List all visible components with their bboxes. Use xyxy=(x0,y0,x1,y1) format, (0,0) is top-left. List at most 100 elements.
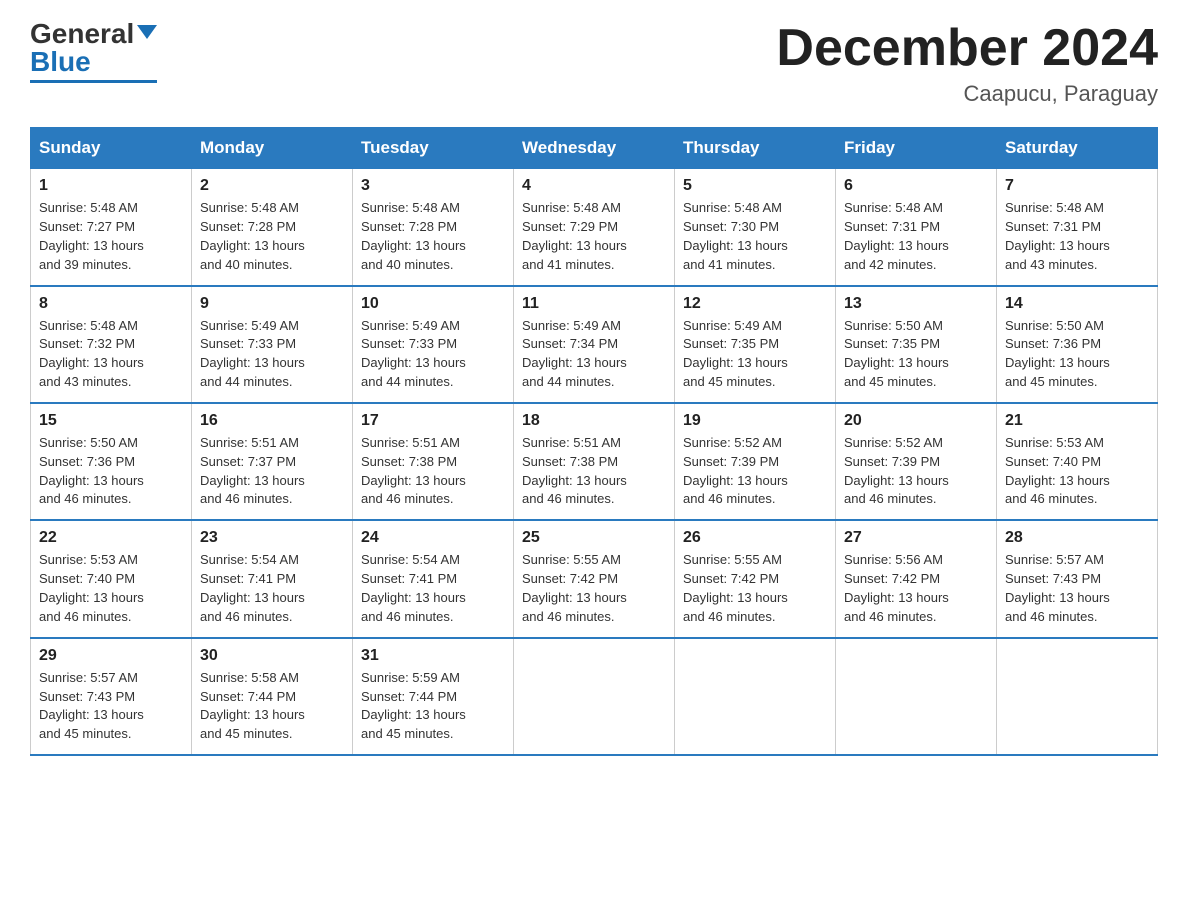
day-cell: 15 Sunrise: 5:50 AMSunset: 7:36 PMDayligh… xyxy=(31,403,192,520)
day-info: Sunrise: 5:48 AMSunset: 7:30 PMDaylight:… xyxy=(683,199,827,274)
day-info: Sunrise: 5:52 AMSunset: 7:39 PMDaylight:… xyxy=(844,434,988,509)
calendar-table: SundayMondayTuesdayWednesdayThursdayFrid… xyxy=(30,127,1158,756)
day-cell: 9 Sunrise: 5:49 AMSunset: 7:33 PMDaylight… xyxy=(192,286,353,403)
day-info: Sunrise: 5:59 AMSunset: 7:44 PMDaylight:… xyxy=(361,669,505,744)
day-cell: 7 Sunrise: 5:48 AMSunset: 7:31 PMDaylight… xyxy=(997,169,1158,286)
logo-underline xyxy=(30,80,157,83)
day-info: Sunrise: 5:57 AMSunset: 7:43 PMDaylight:… xyxy=(39,669,183,744)
day-cell: 22 Sunrise: 5:53 AMSunset: 7:40 PMDayligh… xyxy=(31,520,192,637)
header-cell-wednesday: Wednesday xyxy=(514,128,675,169)
day-cell: 16 Sunrise: 5:51 AMSunset: 7:37 PMDayligh… xyxy=(192,403,353,520)
month-title: December 2024 xyxy=(776,20,1158,77)
day-info: Sunrise: 5:49 AMSunset: 7:33 PMDaylight:… xyxy=(200,317,344,392)
day-number: 13 xyxy=(844,295,988,313)
title-block: December 2024 Caapucu, Paraguay xyxy=(776,20,1158,107)
day-info: Sunrise: 5:48 AMSunset: 7:31 PMDaylight:… xyxy=(1005,199,1149,274)
day-info: Sunrise: 5:51 AMSunset: 7:37 PMDaylight:… xyxy=(200,434,344,509)
day-cell: 28 Sunrise: 5:57 AMSunset: 7:43 PMDayligh… xyxy=(997,520,1158,637)
day-cell: 21 Sunrise: 5:53 AMSunset: 7:40 PMDayligh… xyxy=(997,403,1158,520)
day-info: Sunrise: 5:48 AMSunset: 7:31 PMDaylight:… xyxy=(844,199,988,274)
day-number: 21 xyxy=(1005,412,1149,430)
day-cell: 17 Sunrise: 5:51 AMSunset: 7:38 PMDayligh… xyxy=(353,403,514,520)
day-number: 11 xyxy=(522,295,666,313)
day-number: 5 xyxy=(683,177,827,195)
day-cell: 1 Sunrise: 5:48 AMSunset: 7:27 PMDaylight… xyxy=(31,169,192,286)
day-number: 9 xyxy=(200,295,344,313)
day-info: Sunrise: 5:51 AMSunset: 7:38 PMDaylight:… xyxy=(522,434,666,509)
day-info: Sunrise: 5:50 AMSunset: 7:36 PMDaylight:… xyxy=(1005,317,1149,392)
day-number: 2 xyxy=(200,177,344,195)
header-cell-saturday: Saturday xyxy=(997,128,1158,169)
day-cell: 4 Sunrise: 5:48 AMSunset: 7:29 PMDaylight… xyxy=(514,169,675,286)
day-cell xyxy=(514,638,675,755)
day-number: 1 xyxy=(39,177,183,195)
day-info: Sunrise: 5:49 AMSunset: 7:33 PMDaylight:… xyxy=(361,317,505,392)
day-number: 28 xyxy=(1005,529,1149,547)
day-info: Sunrise: 5:55 AMSunset: 7:42 PMDaylight:… xyxy=(683,551,827,626)
day-cell: 11Sunrise: 5:49 AMSunset: 7:34 PMDayligh… xyxy=(514,286,675,403)
day-info: Sunrise: 5:48 AMSunset: 7:28 PMDaylight:… xyxy=(200,199,344,274)
day-info: Sunrise: 5:52 AMSunset: 7:39 PMDaylight:… xyxy=(683,434,827,509)
location-text: Caapucu, Paraguay xyxy=(776,81,1158,107)
day-cell: 31Sunrise: 5:59 AMSunset: 7:44 PMDayligh… xyxy=(353,638,514,755)
day-number: 8 xyxy=(39,295,183,313)
day-cell: 23 Sunrise: 5:54 AMSunset: 7:41 PMDayligh… xyxy=(192,520,353,637)
week-row-1: 1 Sunrise: 5:48 AMSunset: 7:27 PMDaylight… xyxy=(31,169,1158,286)
calendar-header: SundayMondayTuesdayWednesdayThursdayFrid… xyxy=(31,128,1158,169)
week-row-3: 15 Sunrise: 5:50 AMSunset: 7:36 PMDayligh… xyxy=(31,403,1158,520)
day-info: Sunrise: 5:48 AMSunset: 7:27 PMDaylight:… xyxy=(39,199,183,274)
day-info: Sunrise: 5:50 AMSunset: 7:36 PMDaylight:… xyxy=(39,434,183,509)
day-cell xyxy=(836,638,997,755)
day-number: 20 xyxy=(844,412,988,430)
day-number: 25 xyxy=(522,529,666,547)
day-info: Sunrise: 5:58 AMSunset: 7:44 PMDaylight:… xyxy=(200,669,344,744)
day-info: Sunrise: 5:56 AMSunset: 7:42 PMDaylight:… xyxy=(844,551,988,626)
day-number: 12 xyxy=(683,295,827,313)
day-info: Sunrise: 5:53 AMSunset: 7:40 PMDaylight:… xyxy=(39,551,183,626)
day-number: 17 xyxy=(361,412,505,430)
day-number: 27 xyxy=(844,529,988,547)
day-cell: 24Sunrise: 5:54 AMSunset: 7:41 PMDayligh… xyxy=(353,520,514,637)
day-info: Sunrise: 5:57 AMSunset: 7:43 PMDaylight:… xyxy=(1005,551,1149,626)
header-cell-thursday: Thursday xyxy=(675,128,836,169)
day-number: 16 xyxy=(200,412,344,430)
day-cell xyxy=(997,638,1158,755)
logo-blue-text: Blue xyxy=(30,48,91,76)
day-number: 24 xyxy=(361,529,505,547)
day-cell: 14Sunrise: 5:50 AMSunset: 7:36 PMDayligh… xyxy=(997,286,1158,403)
day-number: 26 xyxy=(683,529,827,547)
day-number: 6 xyxy=(844,177,988,195)
week-row-5: 29 Sunrise: 5:57 AMSunset: 7:43 PMDayligh… xyxy=(31,638,1158,755)
week-row-4: 22 Sunrise: 5:53 AMSunset: 7:40 PMDayligh… xyxy=(31,520,1158,637)
day-number: 3 xyxy=(361,177,505,195)
logo-general-text: General xyxy=(30,20,134,48)
header-cell-tuesday: Tuesday xyxy=(353,128,514,169)
day-number: 29 xyxy=(39,647,183,665)
day-cell: 20 Sunrise: 5:52 AMSunset: 7:39 PMDayligh… xyxy=(836,403,997,520)
day-info: Sunrise: 5:55 AMSunset: 7:42 PMDaylight:… xyxy=(522,551,666,626)
day-cell: 19 Sunrise: 5:52 AMSunset: 7:39 PMDayligh… xyxy=(675,403,836,520)
calendar-body: 1 Sunrise: 5:48 AMSunset: 7:27 PMDaylight… xyxy=(31,169,1158,755)
day-cell: 27 Sunrise: 5:56 AMSunset: 7:42 PMDayligh… xyxy=(836,520,997,637)
day-number: 22 xyxy=(39,529,183,547)
day-info: Sunrise: 5:48 AMSunset: 7:28 PMDaylight:… xyxy=(361,199,505,274)
day-number: 15 xyxy=(39,412,183,430)
day-number: 18 xyxy=(522,412,666,430)
day-info: Sunrise: 5:51 AMSunset: 7:38 PMDaylight:… xyxy=(361,434,505,509)
day-cell: 2 Sunrise: 5:48 AMSunset: 7:28 PMDaylight… xyxy=(192,169,353,286)
day-info: Sunrise: 5:48 AMSunset: 7:29 PMDaylight:… xyxy=(522,199,666,274)
day-number: 7 xyxy=(1005,177,1149,195)
day-cell: 12 Sunrise: 5:49 AMSunset: 7:35 PMDayligh… xyxy=(675,286,836,403)
logo-triangle-icon xyxy=(137,25,157,39)
day-cell: 13Sunrise: 5:50 AMSunset: 7:35 PMDayligh… xyxy=(836,286,997,403)
week-row-2: 8Sunrise: 5:48 AMSunset: 7:32 PMDaylight… xyxy=(31,286,1158,403)
day-number: 19 xyxy=(683,412,827,430)
day-number: 4 xyxy=(522,177,666,195)
day-number: 23 xyxy=(200,529,344,547)
header-row: SundayMondayTuesdayWednesdayThursdayFrid… xyxy=(31,128,1158,169)
day-cell: 26 Sunrise: 5:55 AMSunset: 7:42 PMDayligh… xyxy=(675,520,836,637)
day-info: Sunrise: 5:54 AMSunset: 7:41 PMDaylight:… xyxy=(200,551,344,626)
day-info: Sunrise: 5:53 AMSunset: 7:40 PMDaylight:… xyxy=(1005,434,1149,509)
day-cell: 3 Sunrise: 5:48 AMSunset: 7:28 PMDaylight… xyxy=(353,169,514,286)
day-info: Sunrise: 5:49 AMSunset: 7:35 PMDaylight:… xyxy=(683,317,827,392)
